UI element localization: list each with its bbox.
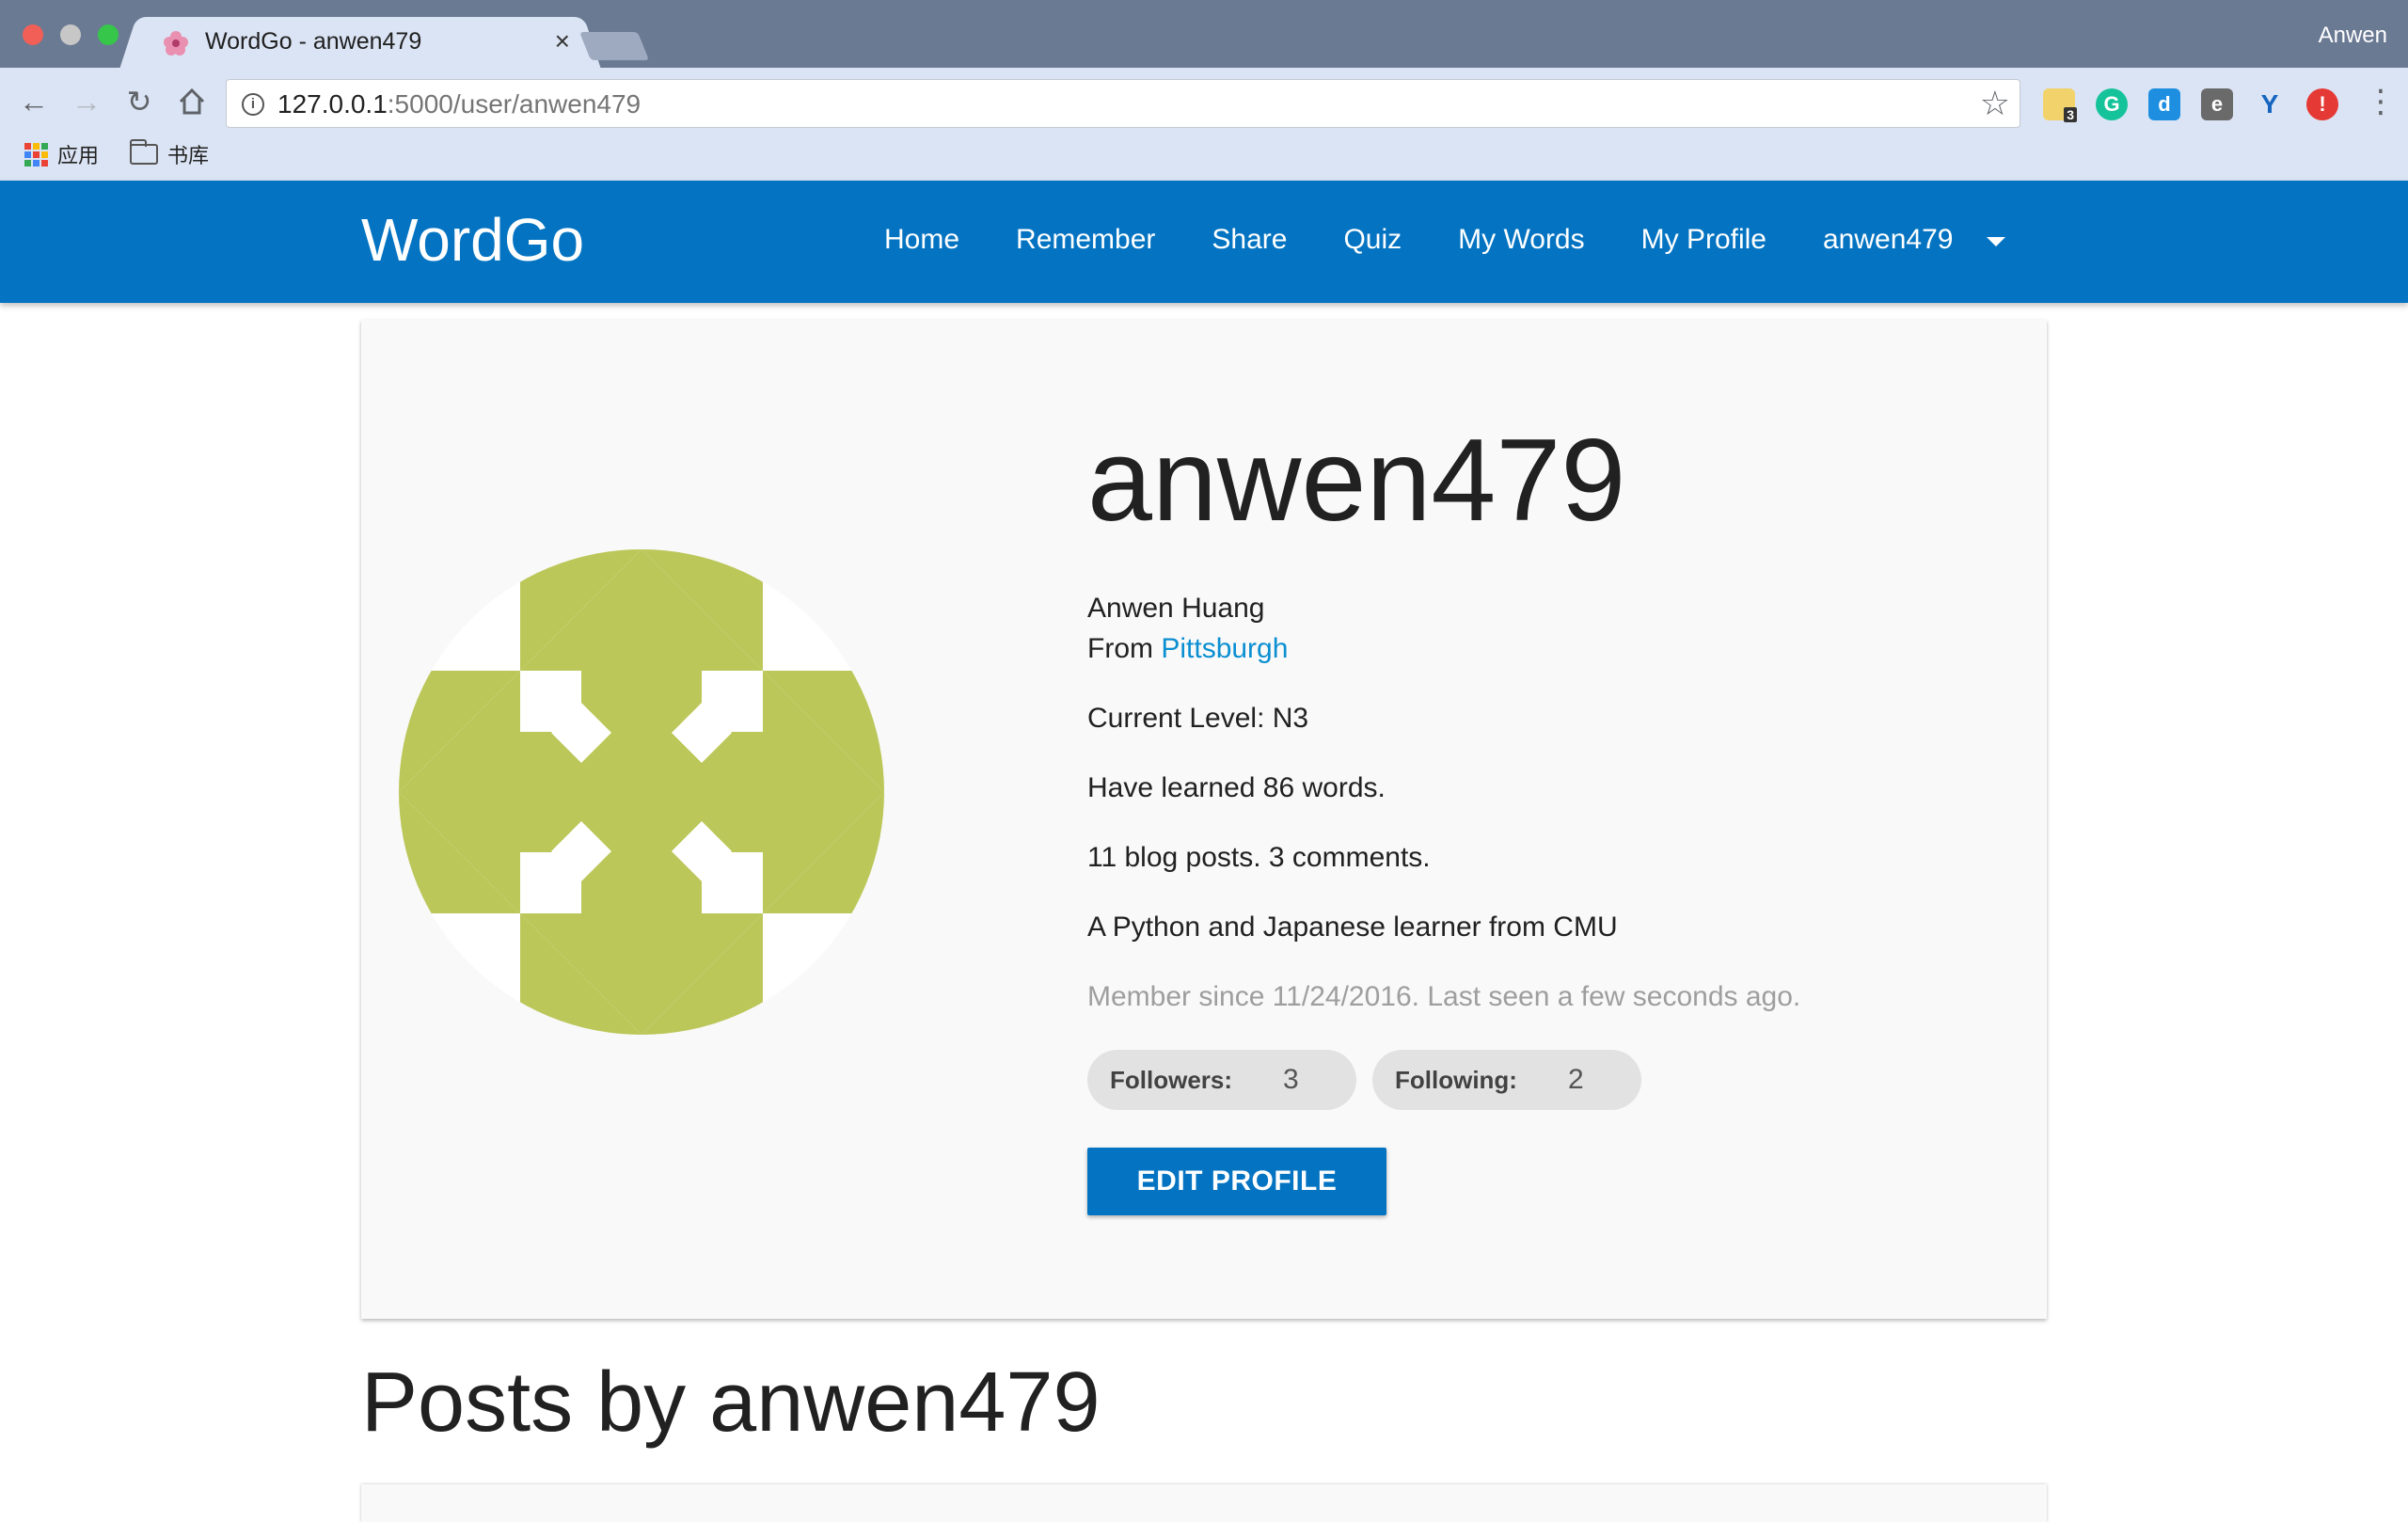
new-tab-button[interactable] <box>578 32 650 60</box>
url-text: 127.0.0.1:5000/user/anwen479 <box>277 89 642 119</box>
profile-bio: A Python and Japanese learner from CMU <box>1087 912 1618 943</box>
vimium-extension-icon[interactable]: Y <box>2254 88 2286 120</box>
followers-count: 3 <box>1283 1064 1299 1095</box>
nav-remember[interactable]: Remember <box>1016 224 1155 256</box>
following-chip[interactable]: Following: 2 <box>1372 1050 1641 1110</box>
profile-level: Current Level: N3 <box>1087 703 1309 734</box>
nav-quiz[interactable]: Quiz <box>1343 224 1402 256</box>
nav-share[interactable]: Share <box>1212 224 1287 256</box>
bookmark-library[interactable]: 书库 <box>130 139 209 169</box>
bookmark-star-icon[interactable]: ☆ <box>1980 84 2010 123</box>
nav-links: Home Remember Share Quiz My Words My Pro… <box>884 224 2009 256</box>
cherry-blossom-favicon-icon <box>164 31 188 55</box>
followers-chip[interactable]: Followers: 3 <box>1087 1050 1356 1110</box>
grammarly-extension-icon[interactable]: G <box>2096 88 2128 120</box>
brand-logo[interactable]: WordGo <box>361 205 584 275</box>
nav-my-words[interactable]: My Words <box>1458 224 1584 256</box>
bookmark-library-label: 书库 <box>167 144 210 167</box>
dropdown-caret-icon[interactable] <box>1987 237 2005 246</box>
reload-icon[interactable]: ↻ <box>120 83 158 120</box>
profile-member-since: Member since 11/24/2016. Last seen a few… <box>1087 981 1801 1012</box>
posts-card <box>361 1484 2047 1522</box>
edit-profile-button[interactable]: EDIT PROFILE <box>1087 1148 1386 1215</box>
profile-username: anwen479 <box>1087 416 1626 546</box>
site-info-icon[interactable]: i <box>242 93 264 116</box>
adblock-extension-icon[interactable]: ! <box>2306 88 2338 120</box>
location-link[interactable]: Pittsburgh <box>1161 633 1288 664</box>
address-bar[interactable]: i 127.0.0.1:5000/user/anwen479 ☆ <box>226 79 2020 128</box>
dictionary-extension-icon[interactable]: d <box>2148 88 2180 120</box>
profile-full-name: Anwen Huang <box>1087 593 1265 624</box>
browser-toolbar: ← → ↻ i 127.0.0.1:5000/user/anwen479 ☆ 3… <box>0 68 2408 181</box>
apps-grid-icon <box>24 142 48 166</box>
posts-heading: Posts by anwen479 <box>361 1356 1101 1450</box>
tab-close-icon[interactable]: × <box>555 26 570 56</box>
profile-activity: 11 blog posts. 3 comments. <box>1087 842 1431 873</box>
window-zoom-button[interactable] <box>98 24 119 45</box>
browser-profile-name[interactable]: Anwen <box>2319 23 2387 49</box>
followers-label: Followers: <box>1110 1066 1233 1094</box>
avatar <box>399 549 884 1035</box>
browser-tab-active[interactable]: WordGo - anwen479 × <box>141 17 579 70</box>
evernote-extension-icon[interactable]: e <box>2201 88 2233 120</box>
back-arrow-icon[interactable]: ← <box>15 83 53 120</box>
tab-title: WordGo - anwen479 <box>205 28 422 55</box>
profile-learned-words: Have learned 86 words. <box>1087 772 1386 803</box>
nav-home[interactable]: Home <box>884 224 959 256</box>
forward-arrow-icon[interactable]: → <box>68 83 105 120</box>
profile-location: From Pittsburgh <box>1087 633 1289 664</box>
window-minimize-button[interactable] <box>60 24 81 45</box>
profile-card: anwen479 Anwen Huang From Pittsburgh Cur… <box>361 320 2047 1319</box>
nav-my-profile[interactable]: My Profile <box>1641 224 1766 256</box>
site-navbar: WordGo Home Remember Share Quiz My Words… <box>0 181 2408 303</box>
nav-user-menu[interactable]: anwen479 <box>1823 224 1953 256</box>
bookmark-apps[interactable]: 应用 <box>24 139 99 169</box>
browser-menu-icon[interactable]: ⋮ <box>2365 83 2397 120</box>
window-close-button[interactable] <box>23 24 43 45</box>
following-label: Following: <box>1395 1066 1517 1094</box>
folder-icon <box>130 139 158 165</box>
weather-extension-icon[interactable]: 3 <box>2043 88 2077 122</box>
browser-titlebar: WordGo - anwen479 × Anwen <box>0 0 2408 70</box>
home-icon[interactable] <box>173 83 211 120</box>
following-count: 2 <box>1568 1064 1584 1095</box>
bookmark-apps-label: 应用 <box>57 144 100 167</box>
